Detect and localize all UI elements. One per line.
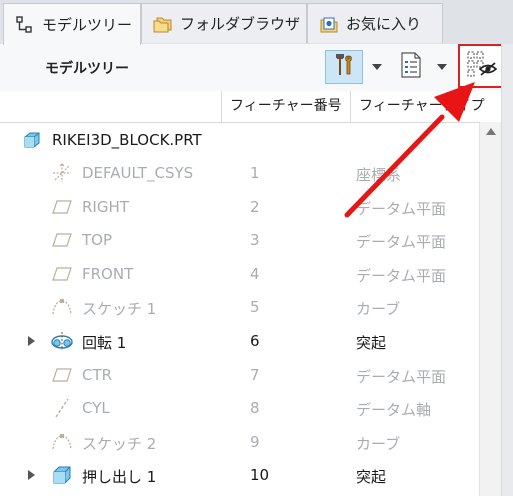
tree-row-feature-type: カーブ [356, 300, 401, 319]
tree-row-feature-number: 6 [250, 332, 260, 350]
tab-bar: モデルツリー フォルダブラウザ お気に入り [0, 0, 513, 45]
tree-row-name: CYL [82, 399, 110, 418]
panel-header: モデルツリー [0, 44, 513, 92]
tree-row-feature-type: データム平面 [356, 199, 447, 218]
show-columns-dropdown[interactable] [430, 50, 454, 84]
tab-folder-browser[interactable]: フォルダブラウザ [141, 3, 307, 43]
tree-row[interactable]: スケッチ 1 5 カーブ [0, 291, 479, 324]
tree-row-feature-type: データム平面 [356, 367, 447, 386]
sketch-icon [50, 431, 74, 453]
datum-plane-icon [50, 229, 74, 251]
extrude-icon [50, 464, 74, 486]
tree-row-feature-number: 2 [250, 197, 260, 216]
tab-model-tree[interactable]: モデルツリー [3, 3, 141, 45]
tree-row[interactable]: TOP 3 データム平面 [0, 224, 479, 257]
tree-row-feature-number: 3 [250, 231, 260, 250]
tree-row-feature-number: 10 [250, 466, 270, 485]
tree-row-feature-type: 座標系 [356, 166, 402, 184]
tree-row[interactable]: FRONT 4 データム平面 [0, 258, 479, 291]
tree-row-name: 回転 1 [82, 334, 127, 352]
tree-row-feature-number: 8 [250, 399, 260, 418]
chevron-down-icon [437, 64, 447, 70]
csys-icon [50, 162, 74, 184]
tree-row-feature-type: データム軸 [356, 401, 432, 420]
datum-plane-icon [50, 196, 74, 218]
revolve-icon [50, 330, 74, 352]
tree-row-name: FRONT [82, 264, 134, 283]
tree-row-feature-type: 突起 [356, 468, 387, 487]
tab-label: フォルダブラウザ [180, 15, 301, 33]
chevron-down-icon [372, 64, 382, 70]
tree-row-name: TOP [82, 231, 113, 250]
list-columns-icon [399, 52, 423, 82]
tree-row-name: 押し出し 1 [82, 468, 157, 487]
panel-edge [501, 44, 513, 496]
tree-row[interactable]: DEFAULT_CSYS 1 座標系 [0, 157, 479, 190]
tree-row-name: DEFAULT_CSYS [82, 164, 194, 182]
scroll-up-arrow-icon[interactable] [486, 128, 496, 135]
tree-row[interactable]: CYL 8 データム軸 [0, 392, 479, 425]
tree-root-label: RIKEI3D_BLOCK.PRT [52, 131, 202, 149]
expand-arrow-icon[interactable] [28, 470, 35, 481]
tree-row[interactable]: 回転 1 6 突起 [0, 325, 479, 358]
vertical-scrollbar[interactable] [479, 122, 502, 496]
tree-row-feature-number: 7 [250, 365, 260, 384]
tree-row-feature-number: 1 [250, 164, 260, 182]
tree-row-name: RIGHT [82, 197, 129, 216]
datum-plane-icon [50, 364, 74, 386]
hide-tree-eye-icon [463, 48, 499, 84]
tree-settings-button[interactable] [325, 50, 363, 84]
tab-label: お気に入り [346, 15, 422, 33]
tree-row[interactable]: 押し出し 1 10 突起 [0, 459, 479, 492]
tree-row-feature-type: カーブ [356, 434, 401, 453]
column-header-row: フィーチャー番号 フィーチャータイプ [0, 91, 501, 123]
tree-root-row[interactable]: RIKEI3D_BLOCK.PRT [0, 124, 479, 157]
panel-title: モデルツリー [45, 61, 129, 77]
tree-row-feature-number: 4 [250, 264, 260, 283]
datum-plane-icon [50, 263, 74, 285]
favorites-icon [318, 13, 340, 35]
part-icon [20, 129, 44, 151]
tools-icon [331, 52, 357, 82]
tree-row-feature-type: データム平面 [356, 266, 447, 285]
model-tree-icon [14, 14, 36, 36]
tree-row-feature-number: 9 [250, 432, 260, 451]
tree-row[interactable]: CTR 7 データム平面 [0, 359, 479, 392]
hide-tree-items-button[interactable] [458, 44, 503, 88]
tree-settings-dropdown[interactable] [365, 50, 389, 84]
tab-label: モデルツリー [42, 16, 133, 34]
datum-axis-icon [50, 397, 74, 419]
column-header-feature-number[interactable]: フィーチャー番号 [222, 91, 351, 122]
sketch-icon [50, 296, 74, 318]
tree-row-name: CTR [82, 365, 113, 384]
show-columns-button[interactable] [393, 50, 429, 84]
column-header-name[interactable] [0, 91, 222, 122]
expand-arrow-icon[interactable] [28, 336, 35, 346]
column-header-feature-type[interactable]: フィーチャータイプ [351, 91, 501, 122]
tree-row-feature-type: 突起 [356, 334, 387, 352]
tree-row-name: スケッチ 2 [82, 434, 157, 453]
tree-row[interactable]: スケッチ 2 9 カーブ [0, 426, 479, 459]
tree-row-feature-number: 5 [250, 298, 260, 317]
tree-row[interactable]: RIGHT 2 データム平面 [0, 191, 479, 224]
tree-row-name: スケッチ 1 [82, 300, 157, 319]
tree-row-feature-type: データム平面 [356, 233, 447, 252]
folder-icon [152, 13, 174, 35]
tab-favorites[interactable]: お気に入り [307, 3, 443, 43]
